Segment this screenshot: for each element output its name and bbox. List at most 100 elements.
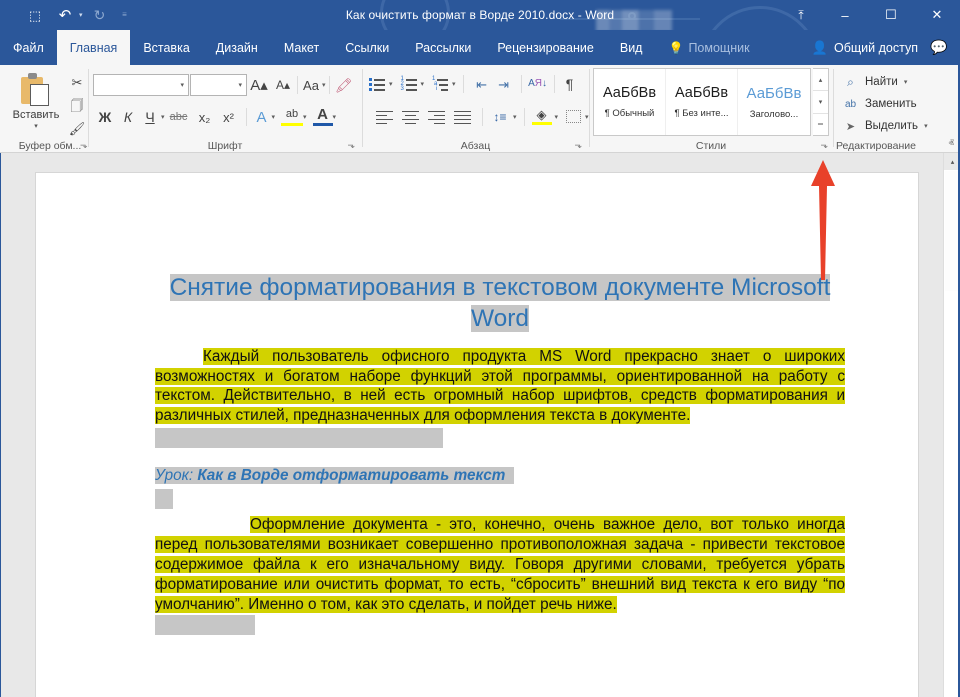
align-center-button[interactable]	[397, 111, 423, 123]
change-case-caret-icon[interactable]: ▾	[322, 81, 326, 89]
text-highlight-color-button[interactable]: ab	[281, 107, 303, 127]
align-right-icon	[428, 111, 445, 123]
line-spacing-caret-icon[interactable]: ▾	[513, 113, 517, 121]
tab-references[interactable]: Ссылки	[332, 30, 402, 65]
strikethrough-button[interactable]: abc	[165, 112, 193, 123]
styles-more-icon[interactable]: ═	[813, 114, 828, 135]
select-button[interactable]: ➤ Выделить ▾	[842, 115, 928, 137]
tab-view[interactable]: Вид	[607, 30, 656, 65]
underline-button[interactable]: Ч	[139, 110, 161, 124]
tab-review[interactable]: Рецензирование	[484, 30, 607, 65]
select-caret-icon[interactable]: ▾	[924, 122, 928, 130]
bullets-caret-icon[interactable]: ▾	[389, 80, 393, 88]
multilevel-list-button[interactable]: 1ai ▾	[432, 77, 456, 91]
borders-button[interactable]: ▾	[566, 110, 589, 123]
selection-trailing-block	[155, 428, 443, 448]
paste-dropdown-caret-icon[interactable]: ▾	[34, 122, 38, 130]
superscript-button[interactable]: x²	[217, 111, 241, 124]
chevron-down-icon[interactable]: ▾	[180, 81, 184, 89]
copy-icon[interactable]: 🗍	[64, 94, 90, 116]
cut-icon[interactable]: ✂	[64, 71, 90, 93]
justify-button[interactable]	[449, 111, 475, 123]
clear-formatting-icon[interactable]: 🖍	[333, 78, 355, 92]
highlight-icon: ab	[281, 107, 303, 122]
numbering-caret-icon[interactable]: ▾	[421, 80, 425, 88]
styles-gallery-scroll[interactable]: ▴ ▾ ═	[813, 68, 829, 136]
font-color-swatch	[313, 123, 333, 126]
text-effects-icon[interactable]: A	[252, 110, 272, 125]
justify-icon	[454, 111, 471, 123]
styles-scroll-up-icon[interactable]: ▴	[813, 69, 828, 91]
highlight-color-swatch	[281, 123, 303, 126]
styles-dialog-launcher[interactable]: ⬎	[820, 140, 828, 151]
replace-button[interactable]: ab Заменить	[842, 93, 928, 115]
lightbulb-icon: 💡	[668, 41, 683, 55]
page-content: Снятие форматирования в текстовом докуме…	[155, 273, 845, 635]
grow-font-icon[interactable]: A▴	[247, 78, 271, 93]
maximize-button[interactable]: ☐	[868, 0, 914, 30]
tab-insert[interactable]: Вставка	[130, 30, 202, 65]
align-left-button[interactable]	[371, 111, 397, 123]
share-button[interactable]: 👤 Общий доступ	[812, 40, 918, 56]
close-button[interactable]: ✕	[914, 0, 960, 30]
shading-caret-icon[interactable]: ▾	[555, 113, 559, 121]
style-sample: АаБбВв	[747, 85, 802, 102]
show-formatting-marks-icon[interactable]: ¶	[561, 77, 579, 91]
bold-button[interactable]: Ж	[93, 110, 117, 124]
lesson-link[interactable]: Как в Ворде отформатировать текст	[197, 467, 505, 484]
shading-button[interactable]: ◈ ▾	[532, 107, 559, 126]
styles-gallery[interactable]: АаБбВв ¶ Обычный АаБбВв ¶ Без инте... Аа…	[593, 68, 811, 136]
style-name: ¶ Без инте...	[674, 108, 728, 119]
line-spacing-button[interactable]: ↕≡ ▾	[490, 111, 517, 123]
font-dialog-launcher[interactable]: ⬎	[347, 140, 355, 151]
chevron-down-icon[interactable]: ▾	[238, 81, 242, 89]
comment-balloon-icon[interactable]: 💬	[924, 39, 954, 56]
minimize-button[interactable]: –	[822, 0, 868, 30]
document-page[interactable]: Снятие форматирования в текстовом докуме…	[35, 172, 919, 697]
collapse-ribbon-button[interactable]: ⱏ	[949, 138, 954, 151]
word-window: ⬚ ↶ ▾ ↻ ≡ Как очистить формат в Ворде 20…	[0, 0, 960, 697]
window-controls: ⤒ – ☐ ✕	[780, 0, 960, 30]
style-sample: АаБбВв	[675, 85, 728, 101]
clipboard-dialog-launcher[interactable]: ⬎	[80, 140, 88, 151]
tab-design[interactable]: Дизайн	[203, 30, 271, 65]
tab-tell-me[interactable]: 💡 Помощник	[655, 30, 762, 65]
align-right-button[interactable]	[423, 111, 449, 123]
change-case-icon[interactable]: Aa	[300, 79, 322, 92]
ribbon-group-font: ▾ ▾ A▴ A▴ Aa ▾ 🖍 Ж К Ч ▾ abc x	[89, 65, 361, 153]
italic-button[interactable]: К	[117, 110, 139, 124]
sort-az-icon[interactable]: AЯ↓	[528, 79, 548, 89]
tab-layout[interactable]: Макет	[271, 30, 332, 65]
find-label: Найти	[865, 76, 898, 88]
subscript-button[interactable]: x₂	[193, 111, 217, 124]
font-name-combo[interactable]: ▾	[93, 74, 189, 96]
divider	[554, 75, 555, 93]
style-item-no-spacing[interactable]: АаБбВв ¶ Без инте...	[666, 69, 738, 135]
styles-scroll-down-icon[interactable]: ▾	[813, 91, 828, 113]
paragraph-dialog-launcher[interactable]: ⬎	[574, 140, 582, 151]
style-item-heading[interactable]: АаБбВв Заголово...	[738, 69, 810, 135]
highlight-caret-icon[interactable]: ▾	[303, 113, 307, 121]
ribbon-display-options-button[interactable]: ⤒	[780, 0, 822, 30]
font-color-caret-icon[interactable]: ▾	[333, 113, 337, 121]
shrink-font-icon[interactable]: A▴	[271, 79, 295, 91]
editing-group-label: Редактирование	[836, 140, 941, 152]
tab-mailings[interactable]: Рассылки	[402, 30, 484, 65]
style-item-normal[interactable]: АаБбВв ¶ Обычный	[594, 69, 666, 135]
decrease-indent-icon[interactable]: ⇤	[471, 78, 493, 91]
find-button[interactable]: ⌕ Найти ▾	[842, 71, 928, 93]
multilevel-caret-icon[interactable]: ▾	[452, 80, 456, 88]
increase-indent-icon[interactable]: ⇥	[493, 78, 515, 91]
text-effects-caret-icon[interactable]: ▾	[272, 113, 276, 121]
font-size-combo[interactable]: ▾	[190, 74, 247, 96]
tab-file[interactable]: Файл	[0, 30, 57, 65]
find-caret-icon[interactable]: ▾	[904, 78, 908, 86]
bullets-button[interactable]: ▾	[369, 77, 393, 91]
paste-button[interactable]: Вставить ▾	[8, 69, 64, 141]
paste-label: Вставить	[13, 109, 60, 121]
tab-home[interactable]: Главная	[57, 30, 131, 65]
font-color-button[interactable]: A	[313, 107, 333, 127]
ribbon-group-editing: ⌕ Найти ▾ ab Заменить ➤ Выделить ▾ Редак…	[834, 65, 960, 153]
numbering-button[interactable]: 123 ▾	[401, 77, 425, 91]
format-painter-icon[interactable]: 🖌	[64, 117, 90, 139]
